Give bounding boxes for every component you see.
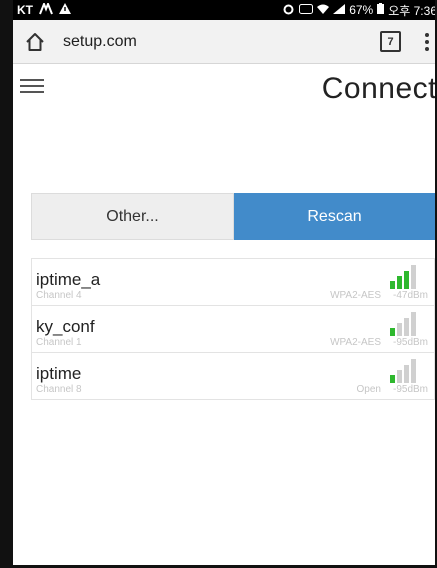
tab-switcher-button[interactable]: 7 <box>380 31 401 52</box>
network-signal-dbm: -95dBm <box>392 384 428 395</box>
alarm-icon <box>282 3 295 18</box>
network-security: Open <box>356 384 381 395</box>
status-left: KT <box>17 0 71 18</box>
network-channel: Channel 8 <box>36 384 82 395</box>
network-channel: Channel 4 <box>36 290 82 301</box>
signal-strength-icon <box>390 312 416 336</box>
battery-percent: 67% <box>349 3 374 17</box>
signal-strength-icon <box>390 265 416 289</box>
wifi-icon <box>317 3 330 17</box>
warning-icon <box>59 3 71 17</box>
other-button[interactable]: Other... <box>31 193 234 240</box>
overflow-menu-icon[interactable] <box>423 32 431 51</box>
status-bar: KT 67% 오후 7:36 <box>13 0 437 20</box>
network-ssid: iptime_a <box>36 270 101 289</box>
url-field[interactable]: setup.com <box>63 33 380 51</box>
hamburger-menu-icon[interactable] <box>20 79 44 93</box>
network-item[interactable]: iptime_a Channel 4 WPA2-AES -47dBm <box>32 259 434 306</box>
network-ssid: ky_conf <box>36 317 95 336</box>
hd-icon <box>299 3 314 17</box>
status-right: 67% 오후 7:36 <box>282 2 437 19</box>
network-item[interactable]: ky_conf Channel 1 WPA2-AES -95dBm <box>32 306 434 353</box>
battery-icon <box>377 3 385 17</box>
network-signal-dbm: -47dBm <box>392 290 428 301</box>
rescan-button[interactable]: Rescan <box>234 193 435 240</box>
signal-strength-icon <box>390 359 416 383</box>
network-item[interactable]: iptime Channel 8 Open -95dBm <box>32 353 434 399</box>
carrier-label: KT <box>17 3 33 17</box>
network-list: iptime_a Channel 4 WPA2-AES -47dBm ky_co… <box>31 258 435 400</box>
notification-icon <box>39 0 53 18</box>
page-title: Connect <box>321 72 437 105</box>
network-security: WPA2-AES <box>330 337 381 348</box>
network-ssid: iptime <box>36 364 82 383</box>
network-signal-dbm: -95dBm <box>392 337 428 348</box>
browser-toolbar: setup.com 7 <box>13 20 435 64</box>
network-security: WPA2-AES <box>330 290 381 301</box>
network-channel: Channel 1 <box>36 337 82 348</box>
cell-signal-icon <box>333 3 346 17</box>
home-icon[interactable] <box>17 32 53 52</box>
clock: 오후 7:36 <box>388 3 437 18</box>
